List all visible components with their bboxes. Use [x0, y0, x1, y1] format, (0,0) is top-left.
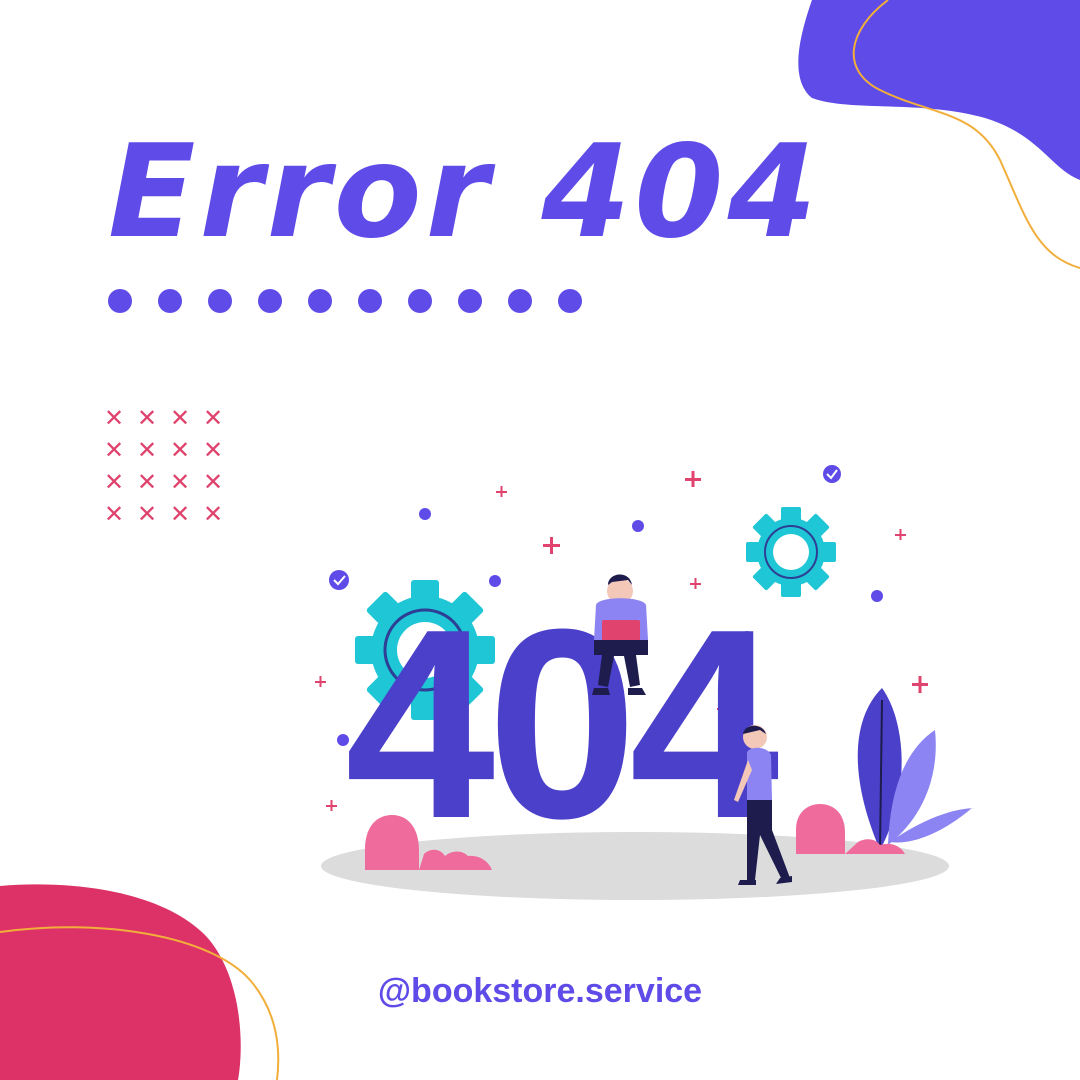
social-handle: @bookstore.service — [377, 972, 703, 1010]
illustration-front — [592, 574, 792, 885]
sitting-person-laptop-icon — [592, 574, 648, 695]
walking-person-icon — [734, 725, 792, 885]
